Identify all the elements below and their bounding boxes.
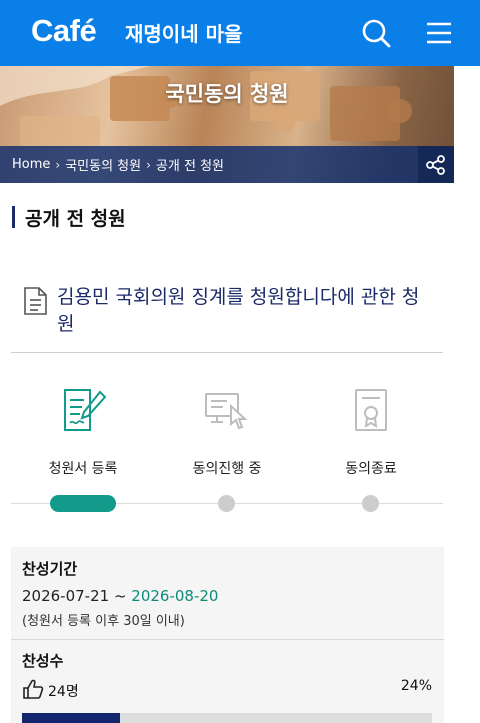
step-indicator-dot xyxy=(218,495,235,512)
period-note: (청원서 등록 이후 30일 이내) xyxy=(22,614,185,629)
chevron-right-icon: › xyxy=(146,157,151,172)
top-app-bar: Café 재명이네 마을 xyxy=(0,0,480,66)
divider xyxy=(11,639,444,640)
breadcrumb: Home › 국민동의 청원 › 공개 전 청원 xyxy=(0,146,418,183)
period-start: 2026-07-21 xyxy=(22,587,110,605)
search-icon[interactable] xyxy=(358,15,394,51)
period-separator: ~ xyxy=(109,587,132,605)
step-indicator-dot xyxy=(362,495,379,512)
document-edit-icon xyxy=(60,386,108,438)
period-end: 2026-08-20 xyxy=(131,587,219,605)
petition-info-box: 찬성기간 2026-07-21 ~ 2026-08-20 (청원서 등록 이후 … xyxy=(11,547,444,723)
section-title: 공개 전 청원 xyxy=(25,207,126,230)
step-indicator-active xyxy=(50,495,116,512)
agree-period: 2026-07-21 ~ 2026-08-20 xyxy=(22,587,218,605)
page-banner: 국민동의 청원 Home › 국민동의 청원 › 공개 전 청원 xyxy=(0,66,454,183)
certificate-icon xyxy=(348,386,396,438)
step-label-in-progress: 동의진행 중 xyxy=(192,461,262,477)
banner-title: 국민동의 청원 xyxy=(165,82,289,106)
breadcrumb-home[interactable]: Home xyxy=(12,157,50,172)
thumbs-up-icon xyxy=(22,678,44,704)
breadcrumb-current[interactable]: 공개 전 청원 xyxy=(156,155,224,174)
cafe-name[interactable]: 재명이네 마을 xyxy=(125,18,242,47)
document-icon xyxy=(22,286,48,320)
agree-progress-bar xyxy=(22,713,432,723)
breadcrumb-petition[interactable]: 국민동의 청원 xyxy=(65,155,141,174)
chevron-right-icon: › xyxy=(55,157,61,172)
petition-title: 김용민 국회의원 징계를 청원합니다에 관한 청원 xyxy=(57,286,420,335)
share-icon[interactable] xyxy=(418,146,454,183)
section-accent-bar xyxy=(12,206,15,228)
step-label-registered: 청원서 등록 xyxy=(48,461,118,477)
divider xyxy=(11,352,443,353)
computer-click-icon xyxy=(203,386,251,438)
agree-count-label: 찬성수 xyxy=(22,652,64,670)
step-label-ended: 동의종료 xyxy=(345,461,397,477)
hamburger-menu-icon[interactable] xyxy=(420,15,456,51)
cafe-logo[interactable]: Café xyxy=(31,13,97,49)
agree-percent: 24% xyxy=(400,678,432,694)
agree-progress-fill xyxy=(22,713,121,723)
section-header: 공개 전 청원 xyxy=(12,204,126,230)
agree-count: 24명 xyxy=(48,684,79,700)
agree-count-row: 24명 xyxy=(22,678,79,704)
agree-period-label: 찬성기간 xyxy=(22,560,78,578)
